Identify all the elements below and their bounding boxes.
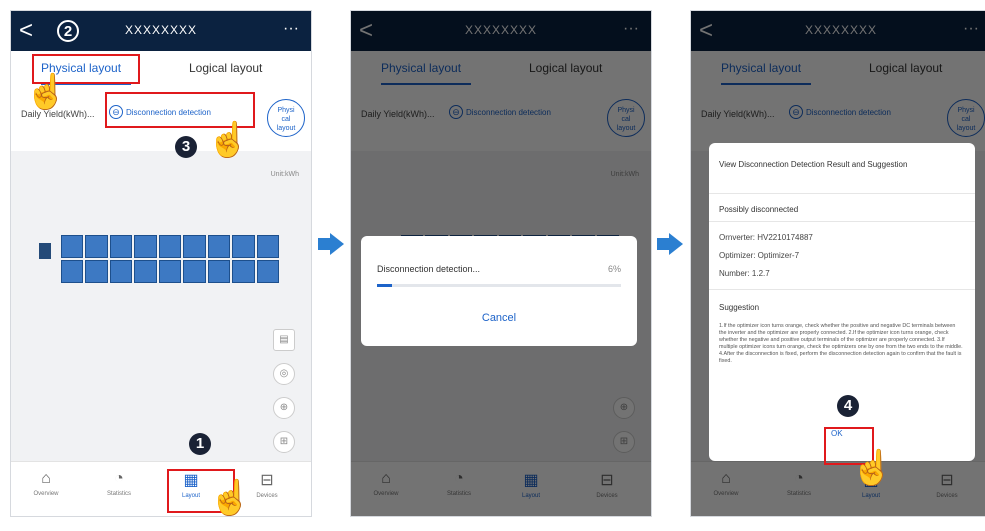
suggestion-text: 1.If the optimizer icon turns orange, ch…: [719, 323, 963, 364]
optimizer-panel[interactable]: [61, 260, 84, 283]
pie-chart-icon: ◔: [114, 470, 124, 487]
pointing-hand-icon: ☝: [209, 479, 252, 517]
app-header: < XXXXXXXX ···: [11, 11, 311, 51]
phone-screen-detecting: < XXXXXXXX ··· Physical layout Logical l…: [350, 10, 652, 517]
step-4-badge: 4: [837, 395, 859, 417]
divider: [709, 221, 975, 222]
optimizer-panel[interactable]: [158, 235, 182, 258]
optimizer-panel[interactable]: [85, 260, 108, 283]
result-status: Possibly disconnected: [719, 205, 799, 214]
optimizer-panel[interactable]: [256, 235, 279, 258]
pointing-hand-icon: ☝: [25, 73, 68, 111]
optimizer-panel[interactable]: [109, 235, 133, 258]
optimizer-panel[interactable]: [109, 260, 133, 283]
more-icon[interactable]: ···: [283, 20, 299, 38]
arrow-right-icon: [318, 233, 344, 255]
optimizer-panel[interactable]: [134, 260, 157, 283]
layout-canvas[interactable]: Unit:kWh ▤ ◎ ⊕ ⊞: [11, 151, 311, 461]
phone-screen-layout: < XXXXXXXX ··· Physical layout Logical l…: [10, 10, 312, 517]
phone-screen-result: < XXXXXXXX ··· Physical layout Logical l…: [690, 10, 985, 517]
step-3-badge: 3: [175, 136, 197, 158]
suggestion-heading: Suggestion: [719, 303, 760, 312]
step-2-badge: 2: [57, 20, 79, 42]
arrow-right-icon: [657, 233, 683, 255]
optimizer-panel[interactable]: [158, 260, 182, 283]
optimizer-panel[interactable]: [61, 235, 84, 258]
optimizer-panel[interactable]: [207, 235, 231, 258]
optimizer-panel[interactable]: [207, 260, 231, 283]
tab-logical-layout[interactable]: Logical layout: [189, 61, 262, 75]
progress-percent: 6%: [607, 264, 621, 274]
nav-overview[interactable]: ⌂Overview: [16, 470, 76, 497]
optimizer-grid: [61, 235, 279, 283]
home-icon: ⌂: [41, 470, 51, 487]
pointing-hand-icon: ☝: [851, 449, 894, 487]
cancel-button[interactable]: Cancel: [361, 312, 637, 324]
optimizer-panel[interactable]: [232, 235, 255, 258]
optimizer-panel[interactable]: [256, 260, 279, 283]
inverter-icon[interactable]: [39, 243, 51, 259]
optimizer-panel[interactable]: [183, 260, 206, 283]
divider: [709, 289, 975, 290]
locate-icon[interactable]: ◎: [273, 363, 295, 385]
progress-text: Disconnection detection...: [377, 264, 481, 274]
optimizer-panel[interactable]: [134, 235, 157, 258]
physical-layout-button[interactable]: Physicallayout: [267, 99, 305, 137]
dialog-title: View Disconnection Detection Result and …: [719, 160, 908, 169]
plant-title: XXXXXXXX: [124, 23, 198, 37]
progress-bar: [377, 284, 621, 287]
result-optimizer: Optimizer: Optimizer-7: [719, 251, 800, 260]
grid-view-icon[interactable]: ⊞: [273, 431, 295, 453]
result-inverter: Ornverter: HV2210174887: [719, 233, 813, 242]
bottom-nav: ⌂ Overview ◔ Statistics ▦ Layout ⊟ Devices: [11, 461, 311, 516]
legend-icon[interactable]: ▤: [273, 329, 295, 351]
detection-progress-dialog: Disconnection detection... 6% Cancel: [361, 236, 637, 346]
nav-statistics[interactable]: ◔Statistics: [89, 470, 149, 497]
progress-fill: [377, 284, 392, 287]
zoom-icon[interactable]: ⊕: [273, 397, 295, 419]
optimizer-panel[interactable]: [85, 235, 108, 258]
unit-label: Unit:kWh: [270, 171, 299, 178]
step-1-badge: 1: [189, 433, 211, 455]
optimizer-panel[interactable]: [183, 235, 206, 258]
result-number: Number: 1.2.7: [719, 269, 770, 278]
divider: [709, 193, 975, 194]
optimizer-panel[interactable]: [232, 260, 255, 283]
pointing-hand-icon: ☝: [207, 121, 250, 159]
